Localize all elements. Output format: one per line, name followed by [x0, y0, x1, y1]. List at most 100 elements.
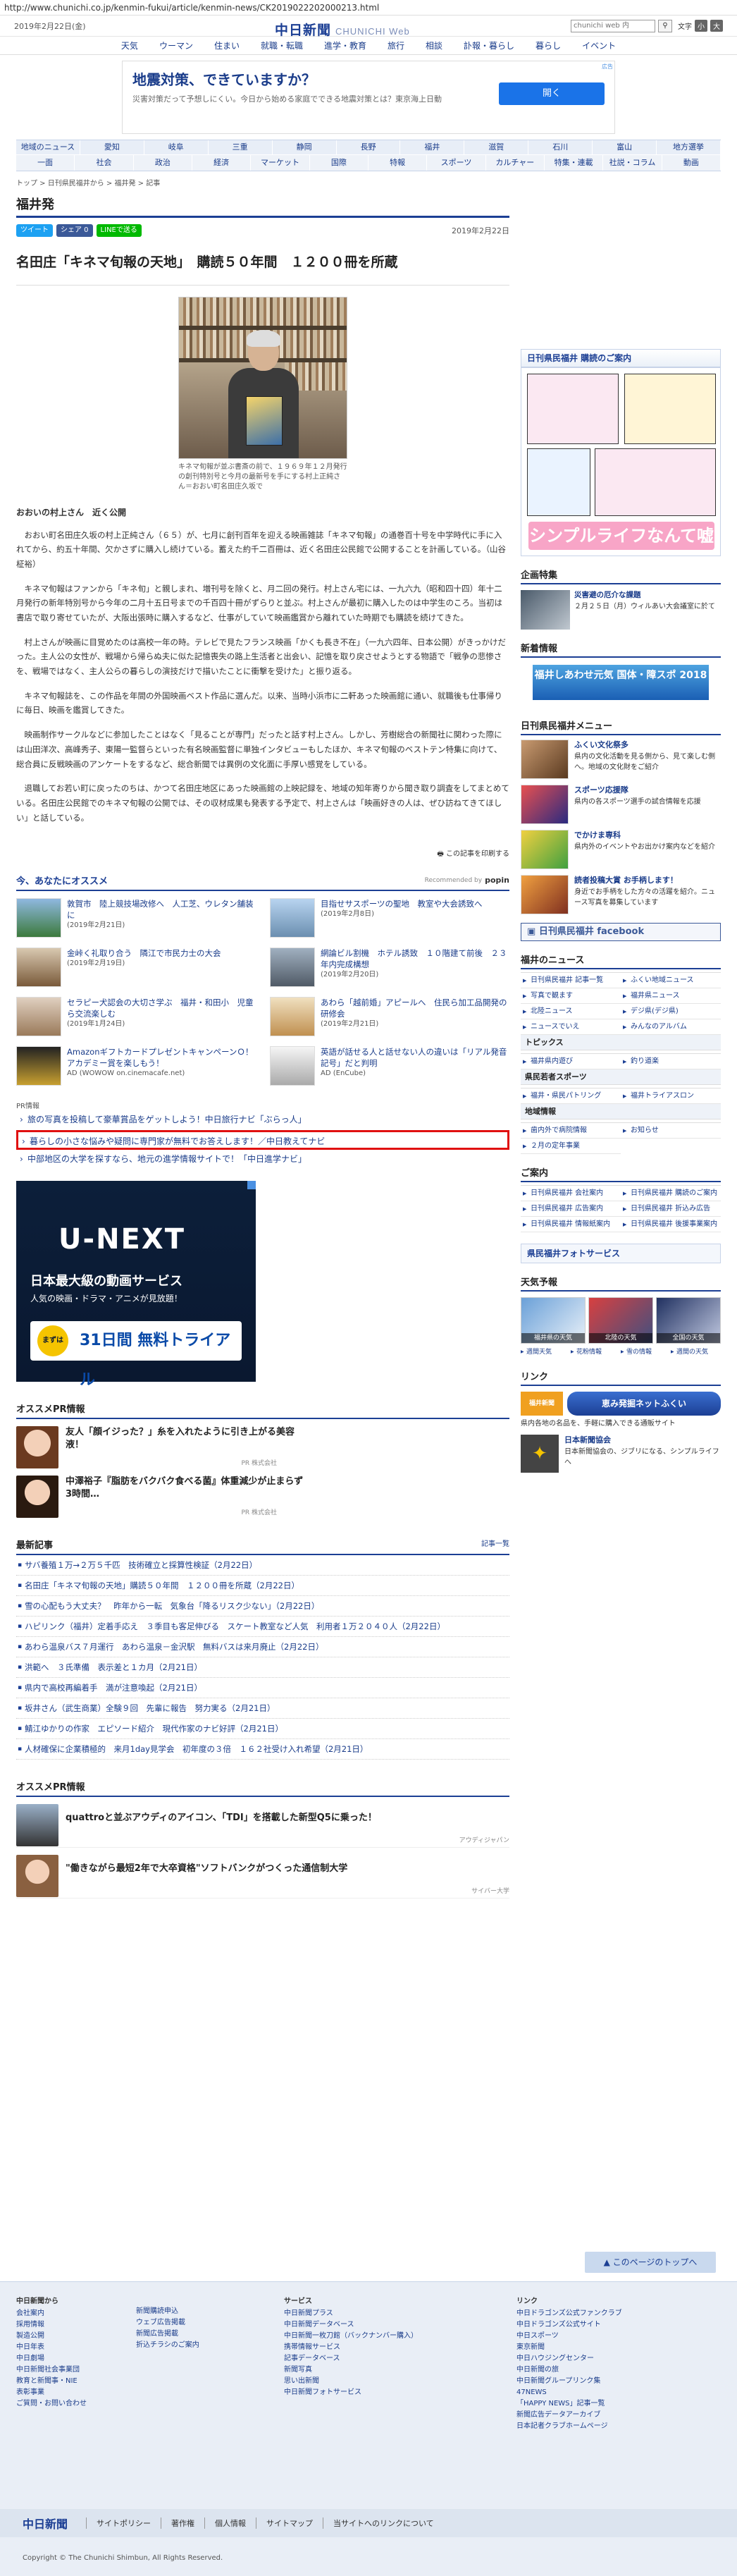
footer-bottom-link[interactable]: 当サイトへのリンクについて: [323, 2517, 444, 2529]
footer-link[interactable]: 中日新聞プラス: [284, 2308, 516, 2319]
kokutai-banner[interactable]: 福井しあわせ元気 国体・障スポ 2018: [533, 665, 709, 700]
recommend-item[interactable]: 敦賀市 陸上競技場改修へ 人工芝、ウレタン舗装に (2019年2月21日): [16, 898, 256, 940]
footer-link[interactable]: 中日ドラゴンズ公式ファンクラブ: [516, 2308, 714, 2319]
news-link[interactable]: ニュースでいえ: [521, 1019, 621, 1035]
footer-link[interactable]: 中日年表: [16, 2342, 136, 2353]
newspaper-assoc-link[interactable]: ✦ 日本新聞協会 日本新聞協会の、ジブリになる、シンプルライフへ: [521, 1435, 721, 1477]
latest-more-link[interactable]: 記事一覧: [481, 1538, 509, 1551]
ad-choices-icon[interactable]: 広告: [602, 63, 613, 70]
footer-link[interactable]: ウェブ広告掲載: [136, 2317, 284, 2329]
footer-link[interactable]: 製造公開: [16, 2331, 136, 2342]
footer-link[interactable]: 採用情報: [16, 2319, 136, 2331]
breadcrumb[interactable]: トップ > 日刊県民福井から > 福井発 > 記事: [16, 177, 509, 188]
news-link[interactable]: みんなのアルバム: [621, 1019, 721, 1035]
main-nav-item[interactable]: 旅行: [377, 37, 415, 54]
category-nav-item[interactable]: 経済: [192, 155, 252, 171]
footer-link[interactable]: 中日ドラゴンズ公式サイト: [516, 2319, 714, 2331]
recommend-item[interactable]: 網論ビル割機 ホテル誘致 １０階建て前後 ２３年内完成構想 (2019年2月20日…: [270, 947, 509, 990]
latest-item[interactable]: 洪範へ ３氏準備 表示差と１カ月（2月21日）: [16, 1657, 509, 1679]
pr-link[interactable]: 旅の写真を投稿して豪華賞品をゲットしよう！中日旅行ナビ「ぶらっ人」: [16, 1110, 509, 1130]
latest-item[interactable]: 鯖江ゆかりの作家 エピソード紹介 現代作家のナビ好評（2月21日）: [16, 1719, 509, 1740]
topics-link[interactable]: 福井県内遊び: [521, 1054, 621, 1069]
recommend-item[interactable]: 目指せサスポーツの聖地 教室や大会誘致へ (2019年2月8日): [270, 898, 509, 940]
tweet-button[interactable]: ツイート: [16, 224, 53, 237]
latest-item[interactable]: 雪の心配もう大丈夫？ 昨年から一転 気象台「降るリスク少ない」（2月22日）: [16, 1596, 509, 1617]
category-nav-item[interactable]: カルチャー: [486, 155, 545, 171]
guide-link[interactable]: 日刊県民福井 広告案内: [521, 1201, 621, 1217]
sports-link[interactable]: 福井トライアスロン: [621, 1088, 721, 1104]
footer-link[interactable]: 中日新聞一枚刀館（バックナンバー購入）: [284, 2331, 516, 2342]
latest-item[interactable]: 坂井さん（武生商業）全験９回 先輩に報告 努力実る（2月21日）: [16, 1698, 509, 1719]
news-link[interactable]: ふくい地域ニュース: [621, 973, 721, 988]
footer-bottom-link[interactable]: サイトマップ: [256, 2517, 323, 2529]
main-nav-item[interactable]: 進学・教育: [314, 37, 377, 54]
footer-link[interactable]: 東京新聞: [516, 2342, 714, 2353]
pr2-item[interactable]: quattroと並ぶアウディのアイコン、「TDI」を搭載した新型Q5に乗った！ …: [16, 1804, 509, 1848]
main-nav-item[interactable]: 相談: [415, 37, 453, 54]
latest-item[interactable]: 県内で高校再編着手 満が注意喚起（2月21日）: [16, 1678, 509, 1699]
topics-link[interactable]: 釣り道楽: [621, 1054, 721, 1069]
unext-ad[interactable]: U-NEXT 日本最大級の動画サービス 人気の映画・ドラマ・アニメが見放題！ ま…: [16, 1181, 256, 1389]
weather-link[interactable]: 花粉情報: [571, 1347, 621, 1358]
news-link[interactable]: デジ県(デジ県): [621, 1004, 721, 1019]
main-nav-item[interactable]: 就職・転職: [250, 37, 314, 54]
region-nav-item[interactable]: 愛知: [80, 140, 144, 154]
footer-link[interactable]: 中日劇場: [16, 2353, 136, 2365]
footer-link[interactable]: 新聞写真: [284, 2365, 516, 2376]
address-bar[interactable]: http://www.chunichi.co.jp/kenmin-fukui/a…: [0, 0, 737, 16]
region-nav-item[interactable]: 地方選挙: [657, 140, 721, 154]
site-logo[interactable]: 中日新聞 CHUNICHI Web: [275, 20, 410, 39]
main-nav-item[interactable]: 訃報・暮らし: [453, 37, 525, 54]
main-nav-item[interactable]: 天気: [111, 37, 149, 54]
footer-bottom-link[interactable]: 個人情報: [204, 2517, 256, 2529]
guide-link[interactable]: 日刊県民福井 会社案内: [521, 1186, 621, 1201]
menu-item[interactable]: ふくい文化祭多 県内の文化活動を見る側から、見て楽しむ側へ。地域の文化財をご紹介: [521, 740, 721, 780]
manga-ad[interactable]: シンプルライフなんて嘘: [521, 367, 721, 556]
category-nav-item[interactable]: 特集・連載: [545, 155, 604, 171]
footer-link[interactable]: 中日新聞グループリンク集: [516, 2376, 714, 2387]
footer-link[interactable]: 記事データベース: [284, 2353, 516, 2365]
region-nav-item[interactable]: 岐阜: [144, 140, 209, 154]
region-nav-item[interactable]: 三重: [209, 140, 273, 154]
site-search-input[interactable]: [571, 19, 655, 32]
category-nav-item[interactable]: 動画: [662, 155, 721, 171]
fontsize-small-button[interactable]: 小: [695, 20, 707, 32]
footer-logo[interactable]: 中日新聞: [23, 2515, 68, 2532]
top-ad-banner[interactable]: 地震対策、できていますか？ 災害対策だって予想しにくい。今日から始める家庭ででき…: [122, 61, 615, 134]
category-nav-item[interactable]: 一面: [16, 155, 75, 171]
footer-link[interactable]: 折込チラシのご案内: [136, 2340, 284, 2351]
pr-info-item[interactable]: 中澤裕子『脂肪をバクバク食べる菌』体重減少が止まらず3時間… PR 株式会社: [16, 1476, 509, 1519]
footer-link[interactable]: 教育と新聞事・NIE: [16, 2376, 136, 2387]
guide-link[interactable]: 日刊県民福井 折込み広告: [621, 1201, 721, 1217]
footer-link[interactable]: 中日新聞データベース: [284, 2319, 516, 2331]
main-nav-item[interactable]: ウーマン: [149, 37, 204, 54]
fontsize-large-button[interactable]: 大: [710, 20, 723, 32]
facebook-share-button[interactable]: シェア 0: [56, 224, 93, 237]
pr2-item[interactable]: "働きながら最短2年で大卒資格"ソフトバンクがつくった通信制大学 サイバー大学: [16, 1855, 509, 1899]
region-nav-item[interactable]: 静岡: [273, 140, 337, 154]
latest-item[interactable]: サバ養殖１万→２万５千匹 技術確立と採算性検証（2月22日）: [16, 1555, 509, 1576]
photo-service-link[interactable]: 県民福井フォトサービス: [521, 1244, 721, 1263]
recommend-item[interactable]: AmazonギフトカードプレゼントキャンペーンＯ！アカデミー賞を楽しもう！ AD …: [16, 1046, 256, 1088]
region-nav-item[interactable]: 石川: [528, 140, 593, 154]
popin-logo[interactable]: popin: [485, 876, 509, 885]
guide-link[interactable]: 日刊県民福井 後援事業案内: [621, 1217, 721, 1232]
menu-item[interactable]: スポーツ応援隊 県内の各スポーツ選手の試合情報を応援: [521, 785, 721, 826]
category-nav-item[interactable]: 特報: [368, 155, 428, 171]
footer-bottom-link[interactable]: 著作権: [161, 2517, 204, 2529]
footer-link[interactable]: 表彰事業: [16, 2387, 136, 2398]
line-share-button[interactable]: LINEで送る: [96, 224, 142, 237]
weather-link[interactable]: 雪の情報: [621, 1347, 671, 1358]
footer-bottom-link[interactable]: サイトポリシー: [86, 2517, 161, 2529]
megumi-banner[interactable]: 福井新聞 恵み発掘ネットふくい: [521, 1392, 721, 1416]
search-icon[interactable]: ⚲: [658, 19, 672, 32]
latest-item[interactable]: ハピリンク（福井）定着手応え ３季目も客足伸びる スケート教室など人気 利用者１…: [16, 1617, 509, 1638]
weather-link[interactable]: 週間の天気: [671, 1347, 721, 1358]
footer-link[interactable]: 中日新聞の旅: [516, 2365, 714, 2376]
category-nav-item[interactable]: スポーツ: [427, 155, 486, 171]
footer-link[interactable]: 携帯情報サービス: [284, 2342, 516, 2353]
guide-link[interactable]: 日刊県民福井 情報紙案内: [521, 1217, 621, 1232]
footer-link[interactable]: 会社案内: [16, 2308, 136, 2319]
back-to-top-button[interactable]: ▲ このページのトップへ: [585, 2252, 716, 2273]
footer-link[interactable]: 思い出新聞: [284, 2376, 516, 2387]
